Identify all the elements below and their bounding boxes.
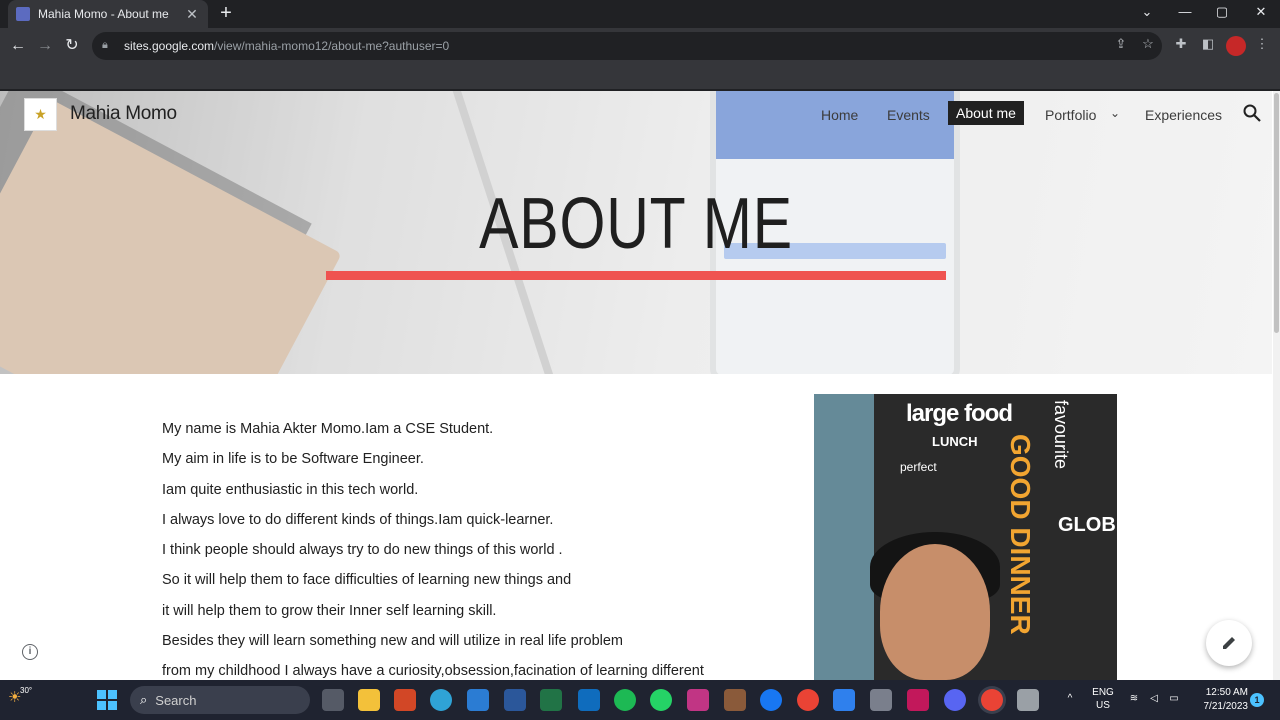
settings-gear-icon[interactable] — [870, 689, 892, 711]
instagram-icon[interactable] — [687, 689, 709, 711]
profile-avatar[interactable] — [1226, 36, 1246, 56]
browser-tab-active[interactable]: Mahia Momo - About me ✕ — [8, 0, 208, 28]
snipping-tool-icon[interactable] — [1017, 689, 1039, 711]
about-line: it will help them to grow their Inner se… — [162, 602, 497, 619]
nav-home[interactable]: Home — [821, 104, 858, 126]
scrollbar-thumb[interactable] — [1274, 93, 1279, 333]
search-icon[interactable] — [1242, 103, 1262, 123]
nav-events[interactable]: Events — [887, 104, 930, 126]
task-view-icon[interactable] — [322, 689, 344, 711]
facebook-icon[interactable] — [760, 689, 782, 711]
language-indicator[interactable]: ENG US — [1088, 686, 1118, 712]
nav-experiences[interactable]: Experiences — [1145, 104, 1222, 126]
about-line: So it will help them to face difficultie… — [162, 572, 572, 589]
share-icon[interactable]: ⇪ — [1111, 36, 1131, 52]
extensions-puzzle-icon[interactable]: ✚ — [1171, 36, 1191, 52]
photo-window — [814, 394, 874, 680]
search-icon: ⌕ — [140, 692, 148, 707]
profile-photo: large food LUNCH perfect GOOD DINNER GLO… — [814, 394, 1117, 680]
wifi-icon[interactable]: ≋ — [1126, 692, 1142, 705]
photo-wall-text: large food — [906, 400, 1013, 427]
close-window-icon[interactable]: ✕ — [1251, 4, 1271, 20]
new-tab-button[interactable]: + — [216, 3, 236, 24]
about-text: My name is Mahia Akter Momo.Iam a CSE St… — [162, 414, 772, 680]
taskbar-search[interactable]: ⌕ Search — [130, 686, 310, 714]
reload-icon[interactable]: ↻ — [62, 36, 82, 56]
back-arrow-icon[interactable]: ← — [8, 36, 28, 56]
url-host: sites.google.com — [124, 39, 215, 53]
url-path: /view/mahia-momo12/about-me?authuser=0 — [214, 39, 450, 53]
nav-about-me[interactable]: About me — [948, 101, 1024, 125]
bookmark-bar — [0, 64, 1280, 90]
mail-icon[interactable] — [578, 689, 600, 711]
tab-title: Mahia Momo - About me — [38, 7, 169, 21]
nav-portfolio[interactable]: Portfolio — [1045, 104, 1096, 126]
clock-date: 7/21/2023 — [1203, 701, 1249, 712]
region-code: US — [1096, 700, 1110, 711]
chrome-active-icon[interactable] — [981, 689, 1003, 711]
page-title: ABOUT ME — [479, 184, 793, 264]
discord-icon[interactable] — [944, 689, 966, 711]
spotify-icon[interactable] — [614, 689, 636, 711]
file-explorer-icon[interactable] — [358, 689, 380, 711]
about-line: from my childhood I always have a curios… — [162, 663, 704, 680]
chrome-icon[interactable] — [797, 689, 819, 711]
todo-icon[interactable] — [833, 689, 855, 711]
whatsapp-icon[interactable] — [650, 689, 672, 711]
web-page: ABOUT ME ★ Mahia Momo Home Events About … — [0, 91, 1280, 680]
page-scrollbar[interactable] — [1273, 91, 1280, 680]
site-header: ★ Mahia Momo Home Events About me Portfo… — [0, 91, 1272, 139]
app-icon[interactable] — [724, 689, 746, 711]
excel-icon[interactable] — [540, 689, 562, 711]
about-line: Besides they will learn something new an… — [162, 633, 623, 650]
side-panel-icon[interactable]: ◧ — [1198, 36, 1218, 52]
title-underline-bar — [326, 271, 946, 280]
maximize-window-icon[interactable]: ▢ — [1212, 4, 1232, 20]
word-icon[interactable] — [504, 689, 526, 711]
address-bar[interactable]: 🔒︎ sites.google.com /view/mahia-momo12/a… — [92, 32, 1162, 60]
site-name[interactable]: Mahia Momo — [70, 103, 177, 125]
google-sites-favicon-icon — [16, 7, 30, 21]
photo-wall-text: perfect — [900, 460, 937, 474]
taskbar-search-placeholder: Search — [155, 692, 197, 708]
site-logo[interactable]: ★ — [24, 98, 57, 131]
start-button[interactable] — [97, 690, 117, 710]
edit-button[interactable] — [1206, 620, 1252, 666]
browser-toolbar: ← → ↻ 🔒︎ sites.google.com /view/mahia-mo… — [0, 28, 1280, 64]
photo-wall-text: favourite — [1051, 400, 1071, 470]
photo-face — [880, 544, 990, 680]
photo-wall-text: GLOB — [1058, 514, 1116, 536]
browser-menu-icon[interactable]: ⋮ — [1252, 36, 1272, 52]
chevron-down-icon[interactable]: ⌄ — [1110, 106, 1120, 120]
about-line: My name is Mahia Akter Momo.Iam a CSE St… — [162, 421, 494, 437]
tab-search-chevron-icon[interactable]: ⌄ — [1137, 4, 1157, 20]
photo-wall-text: LUNCH — [932, 434, 978, 449]
clock-time: 12:50 AM — [1205, 687, 1248, 698]
volume-icon[interactable]: ◁ — [1146, 692, 1162, 705]
notification-badge[interactable]: 1 — [1250, 693, 1264, 707]
forward-arrow-icon[interactable]: → — [35, 36, 55, 56]
jetbrains-icon[interactable] — [907, 689, 929, 711]
close-tab-icon[interactable]: ✕ — [184, 6, 200, 23]
browser-tab-bar: Mahia Momo - About me ✕ + ⌄ — ▢ ✕ — [0, 0, 1280, 28]
weather-temperature: 30° — [20, 686, 33, 695]
info-icon[interactable]: i — [22, 644, 38, 660]
taskbar-clock[interactable]: 12:50 AM 7/21/2023 — [1188, 686, 1249, 714]
about-line: Iam quite enthusiastic in this tech worl… — [162, 481, 419, 498]
windows-taskbar: ☀ 30° ⌕ Search ^ ENG US ≋ ◁ ▭ 12:50 AM 7… — [0, 680, 1280, 720]
edge-icon[interactable] — [430, 689, 452, 711]
about-line: I think people should always try to do n… — [162, 542, 563, 559]
language-code: ENG — [1092, 687, 1114, 698]
about-line: My aim in life is to be Software Enginee… — [162, 451, 424, 468]
bookmark-star-icon[interactable]: ☆ — [1138, 36, 1158, 52]
minimize-window-icon[interactable]: — — [1175, 4, 1195, 19]
battery-icon[interactable]: ▭ — [1166, 692, 1182, 705]
photo-wall-text: GOOD DINNER — [1005, 434, 1036, 635]
lock-icon: 🔒︎ — [102, 39, 108, 51]
powerpoint-icon[interactable] — [394, 689, 416, 711]
about-line: I always love to do different kinds of t… — [162, 511, 554, 528]
store-icon[interactable] — [467, 689, 489, 711]
pencil-icon — [1223, 637, 1235, 649]
show-hidden-icons-chevron-icon[interactable]: ^ — [1062, 692, 1078, 705]
